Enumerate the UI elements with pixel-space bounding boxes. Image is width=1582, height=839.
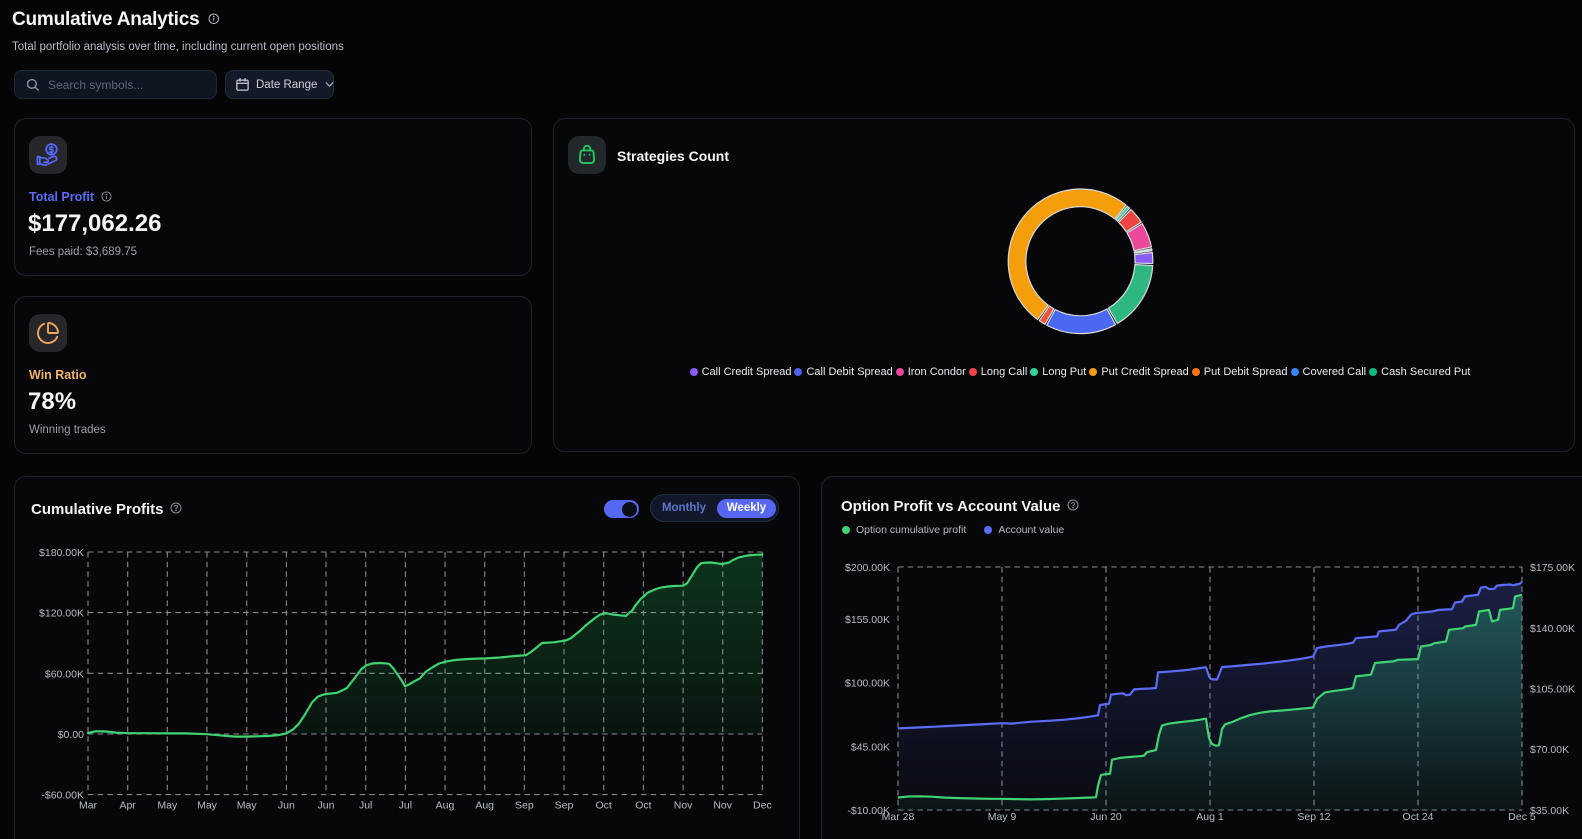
svg-text:Oct: Oct <box>635 800 651 812</box>
svg-text:Aug: Aug <box>436 800 455 812</box>
svg-text:$45.00K: $45.00K <box>851 741 890 753</box>
svg-text:May 9: May 9 <box>988 811 1017 823</box>
svg-text:Oct 24: Oct 24 <box>1403 811 1434 823</box>
svg-text:Sep 12: Sep 12 <box>1297 811 1330 823</box>
svg-text:Jun: Jun <box>318 800 335 812</box>
svg-text:Apr: Apr <box>120 800 137 812</box>
svg-text:-$60.00K: -$60.00K <box>41 790 84 802</box>
svg-text:$200.00K: $200.00K <box>845 562 890 574</box>
svg-text:Aug 1: Aug 1 <box>1196 811 1224 823</box>
svg-text:$0.00: $0.00 <box>58 729 84 741</box>
svg-text:$60.00K: $60.00K <box>45 668 84 680</box>
svg-text:$180.00K: $180.00K <box>39 547 84 559</box>
svg-text:Oct: Oct <box>596 800 612 812</box>
svg-text:Nov: Nov <box>674 800 693 812</box>
svg-text:Aug: Aug <box>475 800 494 812</box>
svg-text:$140.00K: $140.00K <box>1530 623 1575 635</box>
svg-text:$100.00K: $100.00K <box>845 678 890 690</box>
svg-text:Sep: Sep <box>515 800 534 812</box>
svg-text:$155.00K: $155.00K <box>845 614 890 626</box>
svg-text:May: May <box>237 800 258 812</box>
svg-text:$175.00K: $175.00K <box>1530 562 1575 574</box>
svg-text:Dec: Dec <box>753 800 772 812</box>
svg-text:Jun 20: Jun 20 <box>1090 811 1122 823</box>
svg-text:$120.00K: $120.00K <box>39 608 84 620</box>
svg-text:May: May <box>157 800 178 812</box>
svg-text:$70.00K: $70.00K <box>1530 744 1569 756</box>
svg-text:Sep: Sep <box>555 800 574 812</box>
svg-text:-$10.00K: -$10.00K <box>847 805 890 817</box>
svg-text:$35.00K: $35.00K <box>1530 805 1569 817</box>
svg-text:Jun: Jun <box>278 800 295 812</box>
svg-text:$105.00K: $105.00K <box>1530 684 1575 696</box>
svg-text:Nov: Nov <box>713 800 732 812</box>
svg-text:Jul: Jul <box>399 800 412 812</box>
svg-text:Jul: Jul <box>359 800 372 812</box>
svg-text:May: May <box>197 800 218 812</box>
